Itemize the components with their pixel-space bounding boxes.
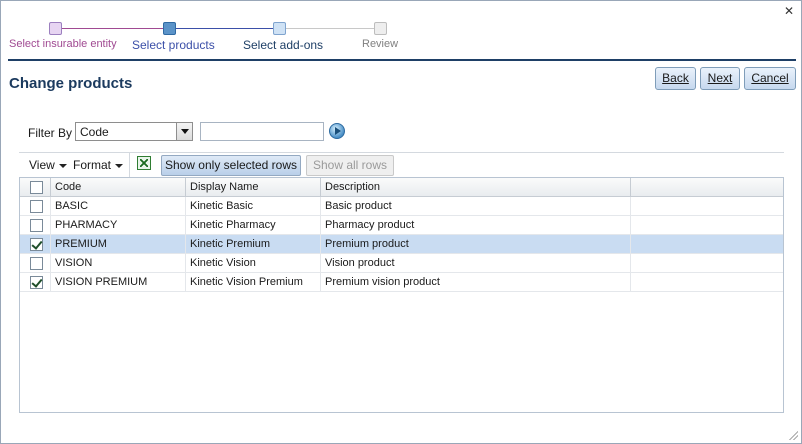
cell-description: Vision product bbox=[320, 254, 630, 272]
cell-display-name: Kinetic Pharmacy bbox=[185, 216, 320, 234]
step-dot-3 bbox=[273, 22, 286, 35]
step-label-select-add-ons[interactable]: Select add-ons bbox=[243, 38, 323, 52]
wizard-steps: Select insurable entity Select products … bbox=[1, 1, 802, 59]
cell-code: PREMIUM bbox=[50, 235, 185, 253]
resize-grip-icon[interactable] bbox=[788, 430, 798, 440]
column-header-display-name[interactable]: Display Name bbox=[185, 178, 320, 196]
table-row[interactable]: PHARMACY Kinetic Pharmacy Pharmacy produ… bbox=[20, 216, 783, 235]
row-checkbox[interactable] bbox=[30, 276, 43, 289]
cell-display-name: Kinetic Basic bbox=[185, 197, 320, 215]
format-menu-label: Format bbox=[73, 158, 112, 172]
table-row[interactable]: PREMIUM Kinetic Premium Premium product bbox=[20, 235, 783, 254]
excel-icon[interactable] bbox=[137, 156, 151, 170]
cell-empty bbox=[630, 235, 783, 253]
go-arrow-icon[interactable] bbox=[329, 123, 345, 139]
row-checkbox[interactable] bbox=[30, 238, 43, 251]
row-checkbox[interactable] bbox=[30, 219, 43, 232]
cell-code: BASIC bbox=[50, 197, 185, 215]
filter-value-input[interactable] bbox=[200, 122, 324, 141]
table-row[interactable]: VISION Kinetic Vision Vision product bbox=[20, 254, 783, 273]
cell-empty bbox=[630, 216, 783, 234]
grid-header: Code Display Name Description bbox=[20, 178, 783, 197]
table-row[interactable]: BASIC Kinetic Basic Basic product bbox=[20, 197, 783, 216]
view-menu-label: View bbox=[29, 158, 55, 172]
cell-display-name: Kinetic Vision bbox=[185, 254, 320, 272]
cell-display-name: Kinetic Vision Premium bbox=[185, 273, 320, 291]
cell-code: PHARMACY bbox=[50, 216, 185, 234]
row-select-cell bbox=[20, 216, 50, 234]
row-select-cell bbox=[20, 235, 50, 253]
cell-display-name: Kinetic Premium bbox=[185, 235, 320, 253]
products-grid: Code Display Name Description BASIC Kine… bbox=[19, 177, 784, 413]
filter-by-label: Filter By bbox=[28, 126, 73, 140]
filter-by-select[interactable]: Code bbox=[75, 122, 193, 141]
cell-code: VISION bbox=[50, 254, 185, 272]
select-all-checkbox[interactable] bbox=[30, 181, 43, 194]
change-products-dialog: ✕ Select insurable entity Select product… bbox=[0, 0, 802, 444]
cell-code: VISION PREMIUM bbox=[50, 273, 185, 291]
table-row[interactable]: VISION PREMIUM Kinetic Vision Premium Pr… bbox=[20, 273, 783, 292]
grid-toolbar: View Format Show only selected rows Show… bbox=[19, 152, 784, 177]
column-header-empty bbox=[630, 178, 783, 196]
step-dot-2 bbox=[163, 22, 176, 35]
wizard-divider bbox=[8, 59, 796, 61]
cell-description: Premium vision product bbox=[320, 273, 630, 291]
back-button[interactable]: Back bbox=[655, 67, 696, 90]
cell-description: Pharmacy product bbox=[320, 216, 630, 234]
filter-by-selected-value: Code bbox=[80, 125, 109, 139]
cell-empty bbox=[630, 197, 783, 215]
cell-empty bbox=[630, 273, 783, 291]
column-header-code[interactable]: Code bbox=[50, 178, 185, 196]
format-menu[interactable]: Format bbox=[73, 158, 124, 172]
step-label-select-products[interactable]: Select products bbox=[132, 38, 215, 52]
view-menu[interactable]: View bbox=[29, 158, 67, 172]
step-dot-1 bbox=[49, 22, 62, 35]
row-select-cell bbox=[20, 254, 50, 272]
step-connector bbox=[62, 28, 163, 29]
row-select-cell bbox=[20, 197, 50, 215]
cell-empty bbox=[630, 254, 783, 272]
cell-description: Premium product bbox=[320, 235, 630, 253]
cell-description: Basic product bbox=[320, 197, 630, 215]
select-all-column bbox=[20, 178, 50, 196]
row-select-cell bbox=[20, 273, 50, 291]
row-checkbox[interactable] bbox=[30, 200, 43, 213]
step-connector bbox=[286, 28, 374, 29]
step-label-review: Review bbox=[362, 38, 399, 50]
caret-down-icon bbox=[115, 163, 124, 168]
step-connector bbox=[176, 28, 273, 29]
column-header-description[interactable]: Description bbox=[320, 178, 630, 196]
show-all-rows-button[interactable]: Show all rows bbox=[306, 155, 394, 176]
next-button[interactable]: Next bbox=[700, 67, 740, 90]
step-label-insurable-entity[interactable]: Select insurable entity bbox=[9, 38, 117, 50]
show-selected-rows-button[interactable]: Show only selected rows bbox=[161, 155, 301, 176]
caret-down-icon bbox=[58, 163, 67, 168]
page-title: Change products bbox=[9, 75, 133, 92]
row-checkbox[interactable] bbox=[30, 257, 43, 270]
step-dot-4 bbox=[374, 22, 387, 35]
cancel-button[interactable]: Cancel bbox=[744, 67, 796, 90]
toolbar-divider bbox=[129, 153, 130, 177]
chevron-down-icon[interactable] bbox=[176, 123, 192, 140]
